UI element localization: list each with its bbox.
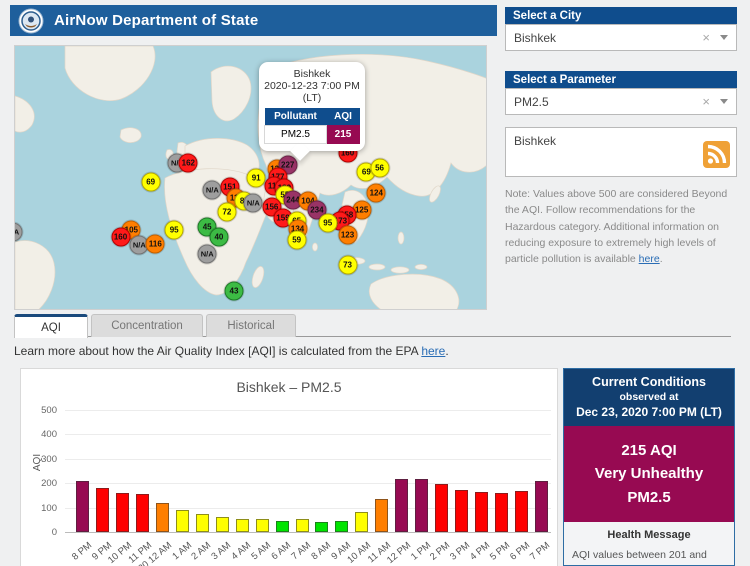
select-parameter-header: Select a Parameter xyxy=(505,71,737,89)
popup-lt: (LT) xyxy=(264,92,360,104)
map-marker[interactable]: 116 xyxy=(146,234,165,253)
chart-y-tick: 200 xyxy=(31,478,57,489)
map-marker[interactable]: 95 xyxy=(165,220,184,239)
map-marker[interactable]: N/A xyxy=(244,194,263,213)
map-marker[interactable]: N/A xyxy=(198,245,217,264)
chart-y-tick: 0 xyxy=(31,527,57,538)
epa-here-link[interactable]: here xyxy=(421,344,445,358)
map-marker[interactable]: 95 xyxy=(318,213,337,232)
city-select[interactable]: Bishkek × xyxy=(505,24,737,51)
health-message: Health Message AQI values between 201 an… xyxy=(564,522,734,566)
tab-historical[interactable]: Historical xyxy=(206,314,296,337)
aqi-bar-chart: Bishkek – PM2.5 AQI 01002003004005008 PM… xyxy=(20,368,558,566)
city-clear-icon[interactable]: × xyxy=(702,30,710,45)
aqi-category: Very Unhealthy xyxy=(568,462,730,485)
chart-bar[interactable] xyxy=(455,490,468,532)
chart-y-tick: 400 xyxy=(31,429,57,440)
select-city-header: Select a City xyxy=(505,7,737,25)
current-conditions-panel: Current Conditions observed at Dec 23, 2… xyxy=(563,368,735,566)
chart-y-tick: 100 xyxy=(31,503,57,514)
dos-seal-logo xyxy=(18,8,44,34)
map-marker[interactable]: 72 xyxy=(217,202,236,221)
chart-bar[interactable] xyxy=(355,512,368,532)
map-marker[interactable]: 43 xyxy=(225,282,244,301)
chart-bar[interactable] xyxy=(76,481,89,532)
popup-col-aqi: AQI xyxy=(327,108,360,126)
chart-gridline xyxy=(65,434,551,435)
chart-gridline xyxy=(65,483,551,484)
view-tabs: AQI Concentration Historical xyxy=(14,314,299,337)
chart-bar[interactable] xyxy=(136,494,149,532)
chart-bar[interactable] xyxy=(335,521,348,532)
chart-y-tick: 300 xyxy=(31,454,57,465)
parameter-clear-icon[interactable]: × xyxy=(702,94,710,109)
world-aqi-map[interactable]: N/AN/A16269N/A15111887N/A724595105160N/A… xyxy=(14,45,487,310)
chart-bar[interactable] xyxy=(156,503,169,532)
popup-datetime: 2020-12-23 7:00 PM xyxy=(264,80,360,92)
map-marker[interactable]: 40 xyxy=(209,228,228,247)
map-marker[interactable]: 162 xyxy=(179,154,198,173)
popup-table: Pollutant AQI PM2.5 215 xyxy=(264,108,360,144)
rss-feed-box: Bishkek xyxy=(505,127,737,177)
chart-bar[interactable] xyxy=(415,479,428,532)
parameter-select[interactable]: PM2.5 × xyxy=(505,88,737,115)
chart-bar[interactable] xyxy=(375,499,388,532)
city-select-value: Bishkek xyxy=(514,31,556,45)
chart-gridline xyxy=(65,410,551,411)
map-marker[interactable]: 91 xyxy=(247,169,266,188)
chart-x-axis xyxy=(65,532,551,533)
current-conditions-header: Current Conditions observed at Dec 23, 2… xyxy=(564,369,734,426)
map-popup: Bishkek 2020-12-23 7:00 PM (LT) Pollutan… xyxy=(259,62,365,151)
chart-bar[interactable] xyxy=(236,519,249,532)
map-marker[interactable]: 160 xyxy=(111,227,130,246)
aqi-note: Note: Values above 500 are considered Be… xyxy=(505,186,737,267)
parameter-chevron-down-icon[interactable] xyxy=(720,99,728,104)
chart-bar[interactable] xyxy=(116,493,129,532)
rss-city-label: Bishkek xyxy=(514,134,556,148)
chart-bar[interactable] xyxy=(296,519,309,532)
popup-city: Bishkek xyxy=(264,68,360,80)
chart-bar[interactable] xyxy=(276,521,289,532)
chart-bar[interactable] xyxy=(176,510,189,532)
chart-bar[interactable] xyxy=(256,519,269,532)
map-marker[interactable]: 123 xyxy=(338,225,357,244)
observed-datetime: Dec 23, 2020 7:00 PM (LT) xyxy=(568,405,730,419)
map-marker[interactable]: 56 xyxy=(370,159,389,178)
popup-col-pollutant: Pollutant xyxy=(265,108,327,126)
chart-gridline xyxy=(65,459,551,460)
popup-pollutant-value: PM2.5 xyxy=(265,126,327,144)
app-header: AirNow Department of State xyxy=(10,5,497,36)
chart-bar[interactable] xyxy=(96,488,109,532)
chart-bar[interactable] xyxy=(315,522,328,532)
map-marker[interactable]: 69 xyxy=(141,172,160,191)
chart-bar[interactable] xyxy=(435,484,448,532)
tab-concentration[interactable]: Concentration xyxy=(91,314,203,337)
aqi-value: 215 AQI xyxy=(568,439,730,462)
chart-title: Bishkek – PM2.5 xyxy=(21,379,557,395)
learn-more-text: Learn more about how the Air Quality Ind… xyxy=(14,344,449,358)
app-title: AirNow Department of State xyxy=(54,12,258,29)
note-here-link[interactable]: here xyxy=(639,253,660,265)
chart-bar[interactable] xyxy=(535,481,548,532)
map-marker[interactable]: 59 xyxy=(287,230,306,249)
aqi-summary-block: 215 AQI Very Unhealthy PM2.5 xyxy=(564,426,734,522)
map-marker[interactable]: N/A xyxy=(203,180,222,199)
chart-bar[interactable] xyxy=(196,514,209,532)
map-marker[interactable]: 73 xyxy=(338,256,357,275)
map-marker[interactable]: 124 xyxy=(367,183,386,202)
aqi-pollutant: PM2.5 xyxy=(568,486,730,509)
chart-bar[interactable] xyxy=(395,479,408,532)
chart-bar[interactable] xyxy=(515,491,528,532)
city-chevron-down-icon[interactable] xyxy=(720,35,728,40)
parameter-select-value: PM2.5 xyxy=(514,95,549,109)
chart-y-tick: 500 xyxy=(31,405,57,416)
popup-aqi-value: 215 xyxy=(327,126,360,144)
tab-aqi[interactable]: AQI xyxy=(14,314,88,338)
chart-bar[interactable] xyxy=(475,492,488,532)
chart-bar[interactable] xyxy=(216,517,229,532)
rss-icon[interactable] xyxy=(703,141,730,171)
chart-bar[interactable] xyxy=(495,493,508,532)
